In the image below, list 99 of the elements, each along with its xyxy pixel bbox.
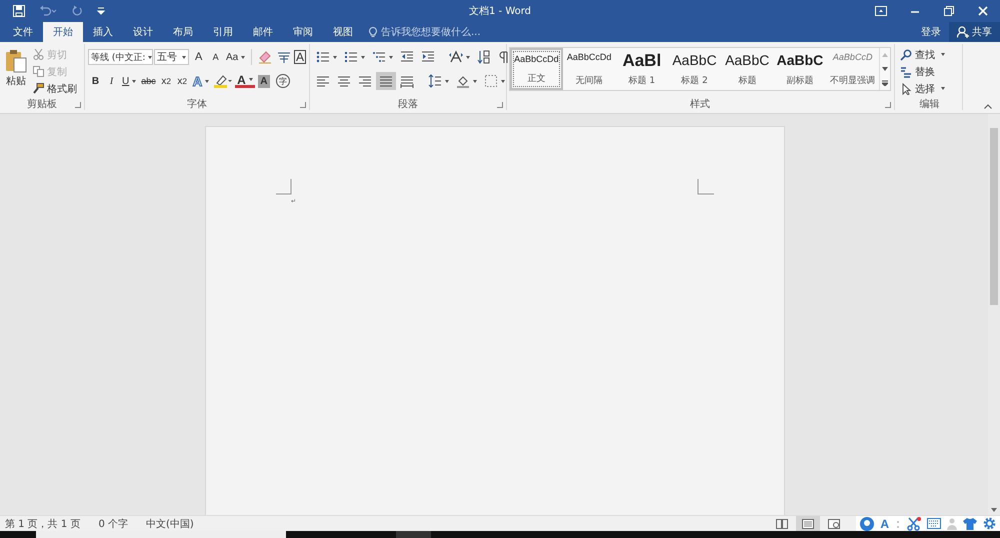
find-button[interactable]: 查找 [900,47,959,62]
font-format-button[interactable]: 字 [276,74,290,88]
numbered-list-icon [344,50,358,64]
layout-icon [449,50,463,64]
group-label: 样式 [690,98,710,111]
window-title: 文档1 - Word [468,4,532,18]
group-label: 字体 [187,98,207,111]
ribbon-tab[interactable]: 插入 [83,22,123,42]
ribbon-tab[interactable]: 文件 [3,22,43,42]
font-format-button[interactable]: A [192,48,208,66]
keyboard-icon[interactable] [927,518,941,529]
dialog-launcher-icon[interactable] [300,102,306,108]
font-format-button[interactable]: Aa [224,48,248,66]
style-item[interactable]: AaBbCcDd 正文 [510,48,563,90]
multilevel-list-icon [372,50,386,64]
font-format-button[interactable]: I [104,72,119,90]
font-name-field[interactable]: 等线 (中文正: [88,49,153,65]
ribbon-tab[interactable]: 引用 [203,22,243,42]
scroll-down-icon[interactable] [991,508,997,512]
shading-icon [456,74,470,88]
settings-icon[interactable] [983,517,996,530]
scissors-icon [33,49,44,60]
status-text: 0 个字 [98,518,128,530]
align-right-icon [358,74,372,88]
print-view-button[interactable] [796,516,820,531]
align-left-icon [316,74,330,88]
status-text: 中文(中国) [146,518,194,530]
font-format-button[interactable]: A [235,74,255,88]
decrease-indent-icon [400,50,414,64]
paintbrush-icon [33,83,44,94]
borders-icon [484,74,498,88]
vertical-scrollbar[interactable] [988,114,1000,515]
phonetic-guide-icon[interactable] [275,50,293,64]
tell-me-field[interactable]: 告诉我您想要做什么... [369,22,501,42]
ribbon-tab[interactable]: 审阅 [283,22,323,42]
align-center-icon [337,74,351,88]
customize-icon[interactable] [97,7,105,15]
dialog-launcher-icon[interactable] [885,102,891,108]
group-label: 编辑 [920,98,940,111]
ribbon-tab[interactable]: 布局 [163,22,203,42]
style-item[interactable]: AaBl 标题 1 [615,48,668,90]
save-icon[interactable] [13,5,25,17]
person-add-icon [957,26,969,38]
shirt-icon[interactable] [963,518,977,530]
font-format-button[interactable]: A [258,74,270,88]
user-avatar-icon[interactable] [860,516,874,530]
lightbulb-icon [369,26,377,38]
align-distributed-icon [400,74,414,88]
replace-icon [900,66,912,78]
input-mode-indicator[interactable]: A [880,516,889,530]
group-label: 剪贴板 [27,98,57,111]
redo-icon[interactable] [71,5,83,17]
copy-icon [33,66,44,77]
style-item[interactable]: AaBbCcD 不明显强调 [826,48,880,90]
dialog-launcher-icon[interactable] [75,102,81,108]
ribbon-tab[interactable]: 邮件 [243,22,283,42]
crop-mark [697,179,714,195]
print-view-icon [802,518,814,528]
clipboard-icon [5,49,27,73]
style-item[interactable]: AaBbCcDd 无间隔 [562,48,616,90]
dialog-launcher-icon[interactable] [497,102,503,108]
replace-button[interactable]: 替换 [900,64,959,79]
format-painter-button[interactable]: 格式刷 [31,81,79,96]
group-label: 段落 [398,98,418,111]
ribbon-tab[interactable]: 视图 [323,22,363,42]
share-button[interactable]: 共享 [949,22,1000,42]
collapse-ribbon-icon[interactable] [984,104,992,109]
line-spacing-icon [428,74,442,88]
status-text: 第 1 页，共 1 页 [5,518,80,530]
font-format-button[interactable]: A [208,48,224,66]
style-item[interactable]: AaBbC 标题 [720,48,774,90]
paste-button[interactable]: 粘贴 [3,47,29,98]
scissors-icon[interactable] [907,516,921,530]
select-button[interactable]: 选择 [900,81,959,96]
ribbon-tab[interactable]: 开始 [43,22,83,42]
align-justify-icon [379,74,393,88]
undo-icon[interactable] [39,5,57,17]
increase-indent-icon [421,50,435,64]
highlighter-icon[interactable] [212,74,234,88]
style-item[interactable]: AaBbC 标题 2 [668,48,721,90]
bullet-list-icon [316,50,330,64]
search-icon [900,48,912,60]
font-format-button[interactable]: U [120,72,138,90]
cursor-icon [900,82,912,94]
crop-mark [276,179,292,195]
character-border-button[interactable]: A [294,50,306,64]
web-view-icon [828,518,840,528]
paragraph-mark-icon [498,50,510,64]
font-format-button[interactable]: B [88,72,103,90]
scrollbar-thumb[interactable] [990,128,998,305]
eraser-icon[interactable] [256,50,274,64]
sign-in-link[interactable]: 登录 [913,22,949,42]
sort-icon [477,50,491,64]
read-view-icon [776,518,788,528]
font-format-button[interactable]: abc [139,72,158,90]
ribbon-tab[interactable]: 设计 [123,22,163,42]
align-button[interactable] [376,72,396,90]
font-size-field[interactable]: 五号 [154,49,190,65]
style-item[interactable]: AaBbC 副标题 [774,48,826,90]
